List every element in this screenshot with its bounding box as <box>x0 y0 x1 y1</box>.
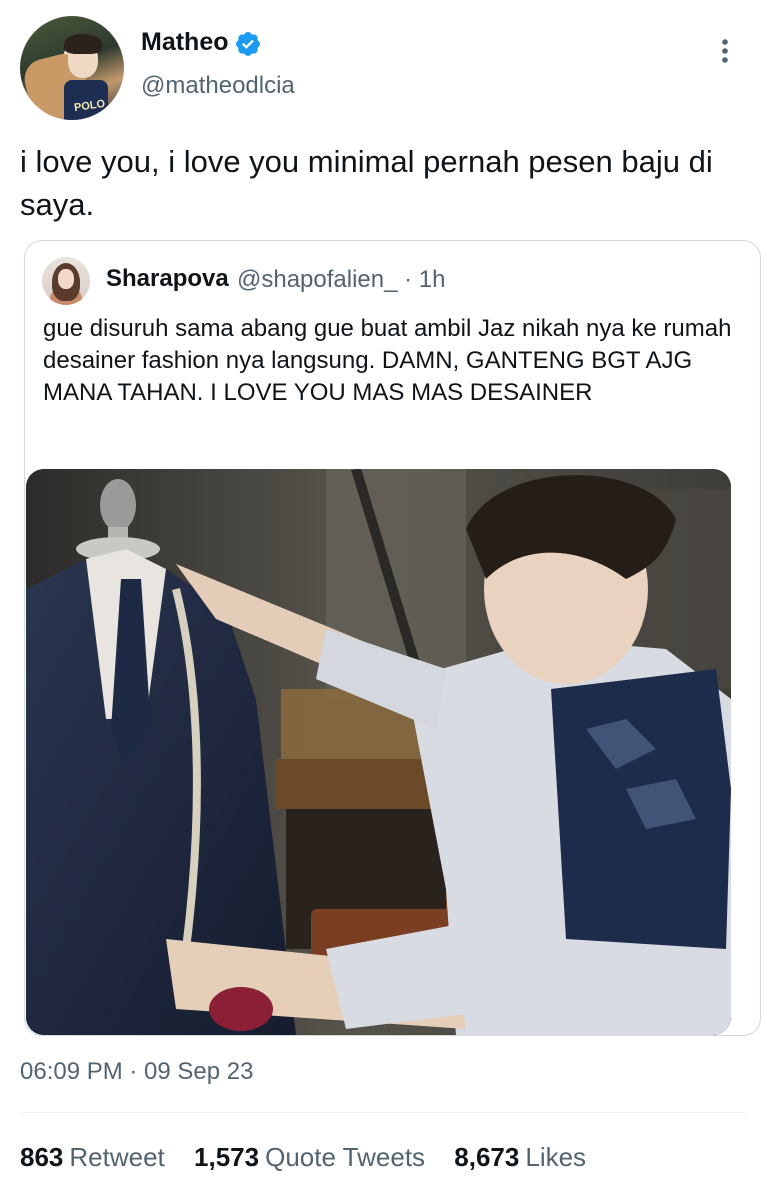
stats-divider <box>20 1112 747 1113</box>
quoted-avatar-face <box>58 269 74 289</box>
likes-label: Likes <box>525 1142 587 1172</box>
retweets-stat[interactable]: 863 Retweet <box>20 1142 165 1173</box>
quoted-tweet-card[interactable]: Sharapova @shapofalien_ · 1h gue disuruh… <box>24 240 761 1036</box>
quoted-tweet-photo[interactable] <box>26 469 731 1035</box>
tailor-scene-illustration <box>26 469 731 1035</box>
quote-tweets-count: 1,573 <box>194 1142 260 1172</box>
tweet-text: i love you, i love you minimal pernah pe… <box>20 144 713 222</box>
avatar-hair <box>64 34 102 54</box>
likes-count: 8,673 <box>454 1142 520 1172</box>
more-options-icon[interactable] <box>710 36 740 66</box>
tweet-stats: 863 Retweet 1,573 Quote Tweets 8,673 Likes <box>20 1142 608 1173</box>
quoted-author-handle-time: @shapofalien_ · 1h <box>237 266 446 293</box>
author-avatar[interactable]: POLO <box>20 16 124 120</box>
author-display-name[interactable]: Matheo <box>141 28 229 57</box>
tweet-timestamp[interactable]: 06:09 PM · 09 Sep 23 <box>20 1058 253 1086</box>
quoted-author-name: Sharapova <box>106 265 229 292</box>
retweets-count: 863 <box>20 1142 64 1172</box>
tweet-detail-view: POLO Matheo @matheodlcia i love you, i l… <box>0 0 767 1200</box>
quote-tweets-stat[interactable]: 1,573 Quote Tweets <box>194 1142 425 1173</box>
quoted-tweet-text: gue disuruh sama abang gue buat ambil Ja… <box>43 315 732 406</box>
retweets-label: Retweet <box>69 1142 165 1172</box>
verified-badge-icon <box>236 32 260 56</box>
quoted-author-avatar[interactable] <box>42 257 90 305</box>
author-handle[interactable]: @matheodlcia <box>141 72 295 100</box>
likes-stat[interactable]: 8,673 Likes <box>454 1142 586 1173</box>
quote-tweets-label: Quote Tweets <box>265 1142 426 1172</box>
